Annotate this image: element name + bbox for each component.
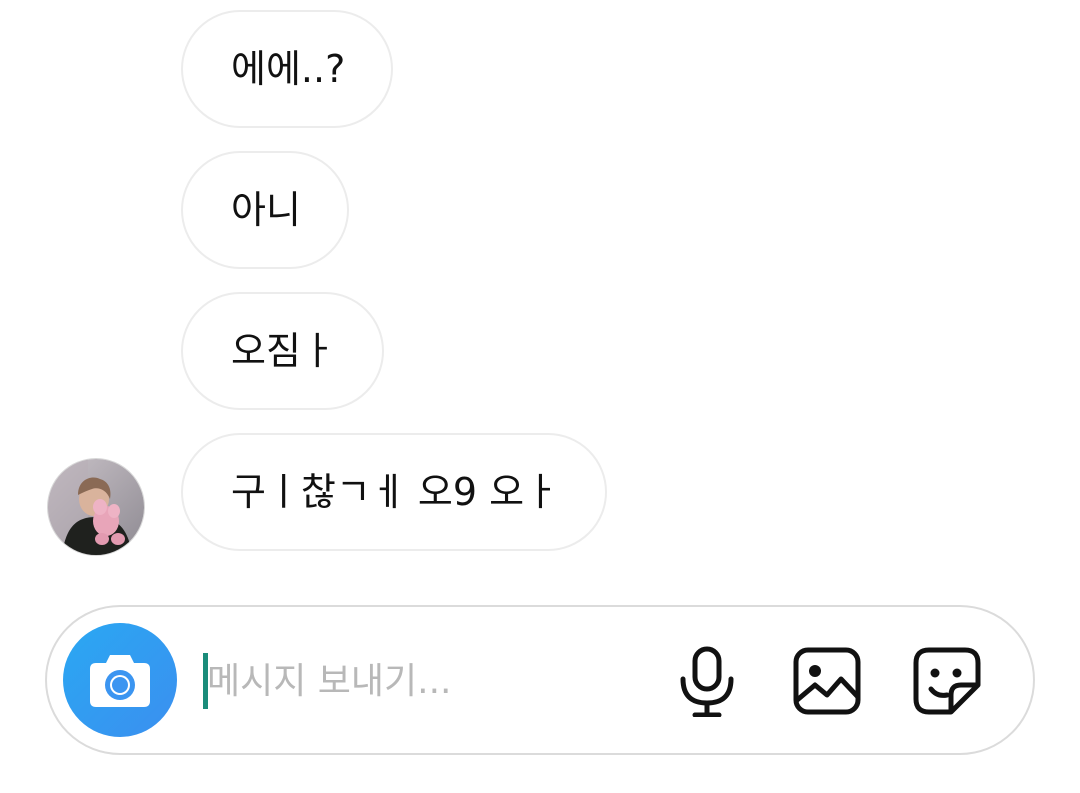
message-text: 아니 — [231, 188, 301, 232]
sticker-icon — [913, 647, 981, 715]
sender-avatar[interactable] — [48, 459, 144, 555]
microphone-icon — [680, 646, 734, 718]
message-bubble[interactable]: 오짐ㅏ — [181, 292, 384, 410]
voice-message-button[interactable] — [671, 645, 743, 718]
camera-button[interactable] — [63, 623, 177, 737]
message-text: 오짐ㅏ — [231, 329, 336, 373]
image-icon — [793, 647, 861, 715]
chat-screen: 에에..? 아니 오짐ㅏ 구ㅣ찮ㄱㅔ 오9 오ㅏ — [0, 0, 1080, 793]
message-bubble[interactable]: 에에..? — [181, 10, 394, 128]
message-text: 구ㅣ찮ㄱㅔ 오9 오ㅏ — [231, 470, 560, 514]
message-bubble[interactable]: 아니 — [181, 151, 349, 269]
message-bubble[interactable]: 구ㅣ찮ㄱㅔ 오9 오ㅏ — [181, 433, 608, 551]
sticker-button[interactable] — [911, 645, 983, 717]
message-composer — [45, 605, 1035, 755]
camera-icon — [90, 655, 150, 707]
message-text: 에에..? — [231, 47, 346, 91]
message-input[interactable] — [207, 647, 647, 715]
avatar-photo — [48, 459, 144, 555]
gallery-button[interactable] — [791, 645, 863, 717]
